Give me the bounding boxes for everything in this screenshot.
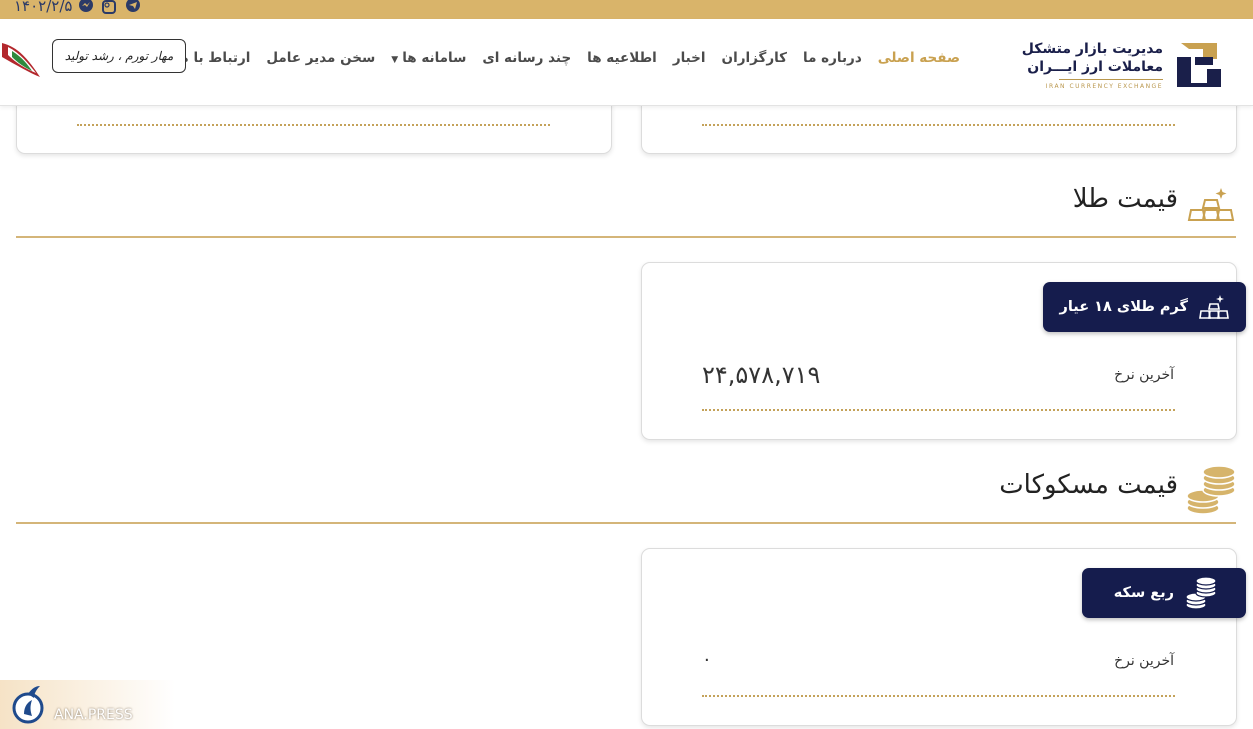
card-divider [77,124,550,126]
site-logo[interactable]: مدیریت بازار متشکل معاملات ارز ایـــران … [1022,39,1225,95]
telegram-icon[interactable] [126,0,140,12]
logo-title-line2: معاملات ارز ایـــران [1027,59,1163,75]
gold-badge: گرم طلای ۱۸ عیار [1043,282,1246,332]
gold-section-divider [16,236,1236,238]
menu-item-news[interactable]: اخبار [673,50,706,66]
ana-press-watermark: ANA.PRESS [0,680,175,729]
card-divider [702,409,1175,411]
main-menu: صفحه اصلی درباره ما کارگزاران اخبار اطلا… [175,50,960,66]
last-rate-label: آخرین نرخ [1114,367,1174,383]
coins-section-title: قیمت مسکوکات [999,470,1178,500]
coin-badge: ربع سکه [1081,568,1246,618]
watermark-text: ANA.PRESS [54,707,133,723]
gold-price-value: ۲۴,۵۷۸,۷۱۹ [702,361,821,389]
logo-title-line1: مدیریت بازار متشکل [1021,41,1163,57]
year-slogan: مهار تورم ، رشد تولید [0,37,190,87]
slogan-plaque: مهار تورم ، رشد تولید [52,39,186,73]
gold-badge-label: گرم طلای ۱۸ عیار [1059,299,1188,315]
top-bar: ۱۴۰۲/۲/۵ [0,0,1253,19]
instagram-icon[interactable] [102,0,116,14]
last-rate-label: آخرین نرخ [1114,653,1174,669]
gold-section-title: قیمت طلا [1072,184,1178,214]
menu-item-systems-label: سامانه ها [402,50,467,66]
menu-item-about[interactable]: درباره ما [803,50,862,66]
ana-logo-icon [12,686,44,724]
gold-bars-icon [1187,188,1235,221]
chevron-down-icon: ▼ [391,55,399,65]
menu-item-systems[interactable]: سامانه ها▼ [391,50,466,66]
exchange-logo-icon [1177,43,1221,87]
gold-bars-icon [1199,295,1229,319]
menu-item-brokers[interactable]: کارگزاران [722,50,788,66]
coin-price-value: ۰ [702,649,712,670]
coins-stack-icon [1185,576,1217,610]
coin-badge-label: ربع سکه [1113,585,1174,601]
menu-item-ceo-message[interactable]: سخن مدیر عامل [266,50,375,66]
gold-price-card: گرم طلای ۱۸ عیار آخرین نرخ ۲۴,۵۷۸,۷۱۹ [641,262,1246,440]
coins-stack-icon [1186,465,1236,515]
flag-ribbon-icon [2,43,40,77]
menu-item-announcements[interactable]: اطلاعیه ها [587,50,657,66]
logo-subtitle: IRAN CURRENCY EXCHANGE [1045,83,1163,90]
coin-price-card: ربع سکه آخرین نرخ ۰ [641,548,1246,726]
messenger-icon[interactable] [79,0,93,12]
menu-item-multimedia[interactable]: چند رسانه ای [482,50,571,66]
menu-item-home[interactable]: صفحه اصلی [878,50,960,66]
logo-divider [1059,79,1163,80]
current-date: ۱۴۰۲/۲/۵ [14,0,73,15]
card-divider [702,695,1175,697]
coins-section-divider [16,522,1236,524]
site-header: مدیریت بازار متشکل معاملات ارز ایـــران … [0,19,1253,106]
card-divider [702,124,1175,126]
